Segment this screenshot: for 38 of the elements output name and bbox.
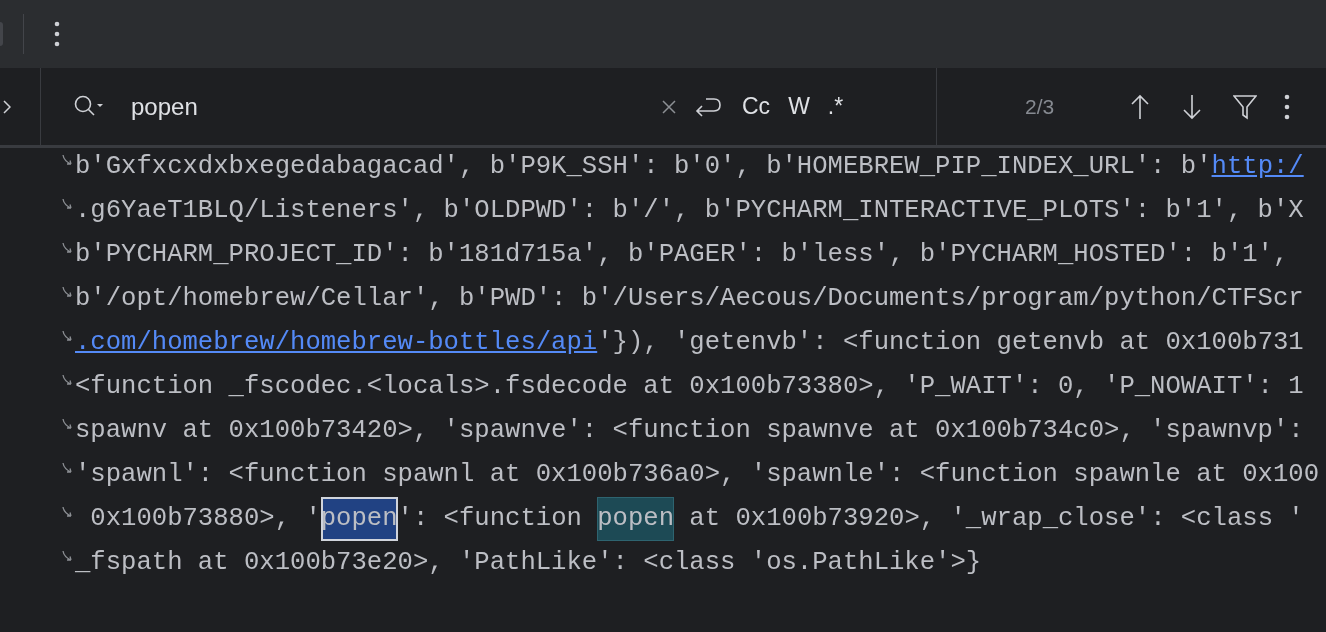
output-text: .g6YaeT1BLQ/Listeners', b'OLDPWD': b'/', b'PYCHARM_INTERACTIVE_PLOTS': b'1', b'X [75,195,1304,227]
chevron-right-icon[interactable] [3,99,11,114]
soft-wrap-icon [62,505,74,519]
output-text: 0x100b73880>, ' [89,503,321,535]
soft-wrap-icon [62,373,74,387]
soft-wrap-icon [62,285,74,299]
search-option-toggle[interactable]: Cc [734,87,779,126]
output-text: 'spawnl': <function spawnl at 0x100b736a0>, 'spawnle': <function spawnle at 0x100 [75,459,1320,491]
soft-wrap-icon [62,549,74,563]
arrow-down-icon[interactable] [1182,93,1203,120]
soft-wrap-icon [62,461,74,475]
output-text: ': <function [397,503,583,535]
output-text: at 0x100b73920>, '_wrap_close': <class ' [688,503,1304,535]
search-field[interactable]: popen [131,88,651,125]
filter-icon[interactable] [1233,93,1258,120]
soft-wrap-icon [62,329,74,343]
match-count: 2/3 [1025,93,1055,120]
output-link[interactable]: http:/ [1211,145,1304,189]
search-match: popen [320,497,398,541]
arrow-up-icon[interactable] [1130,93,1151,120]
output-text: _fspath at 0x100b73e20>, 'PathLike': <class 'os.PathLike'>} [75,547,982,579]
search-option-toggle[interactable]: W [780,87,818,126]
output-text: b'PYCHARM_PROJECT_ID': b'181d715a', b'PAGER': b'less', b'PYCHARM_HOSTED': b'1', [75,239,1289,271]
output-text: b'Gxfxcxdxbxegedabagacad', b'P9K_SSH': b'0', b'HOMEBREW_PIP_INDEX_URL': b' [75,151,1212,183]
output-text: spawnv at 0x100b73420>, 'spawnve': <function spawnve at 0x100b734c0>, 'spawnvp': [75,415,1304,447]
soft-wrap-icon [62,241,74,255]
output-text: <function _fscodec.<locals>.fsdecode at 0x100b73380>, 'P_WAIT': 0, 'P_NOWAIT': 1 [75,371,1304,403]
search-match: popen [597,497,674,541]
output-text: b'/opt/homebrew/Cellar', b'PWD': b'/Users/Aecous/Documents/program/python/CTFScr [75,283,1304,315]
output-link[interactable]: .com/homebrew/homebrew-bottles/api [75,321,598,365]
clear-icon[interactable] [662,99,676,114]
soft-wrap-icon [62,417,74,431]
more-icon[interactable] [1284,93,1291,120]
soft-wrap-icon [62,197,74,211]
output-text: '}), 'getenvb': <function getenvb at 0x100b731 [597,327,1304,359]
search-option-toggle[interactable]: .* [819,87,852,126]
more-icon[interactable] [54,21,60,47]
soft-wrap-icon [62,153,74,167]
